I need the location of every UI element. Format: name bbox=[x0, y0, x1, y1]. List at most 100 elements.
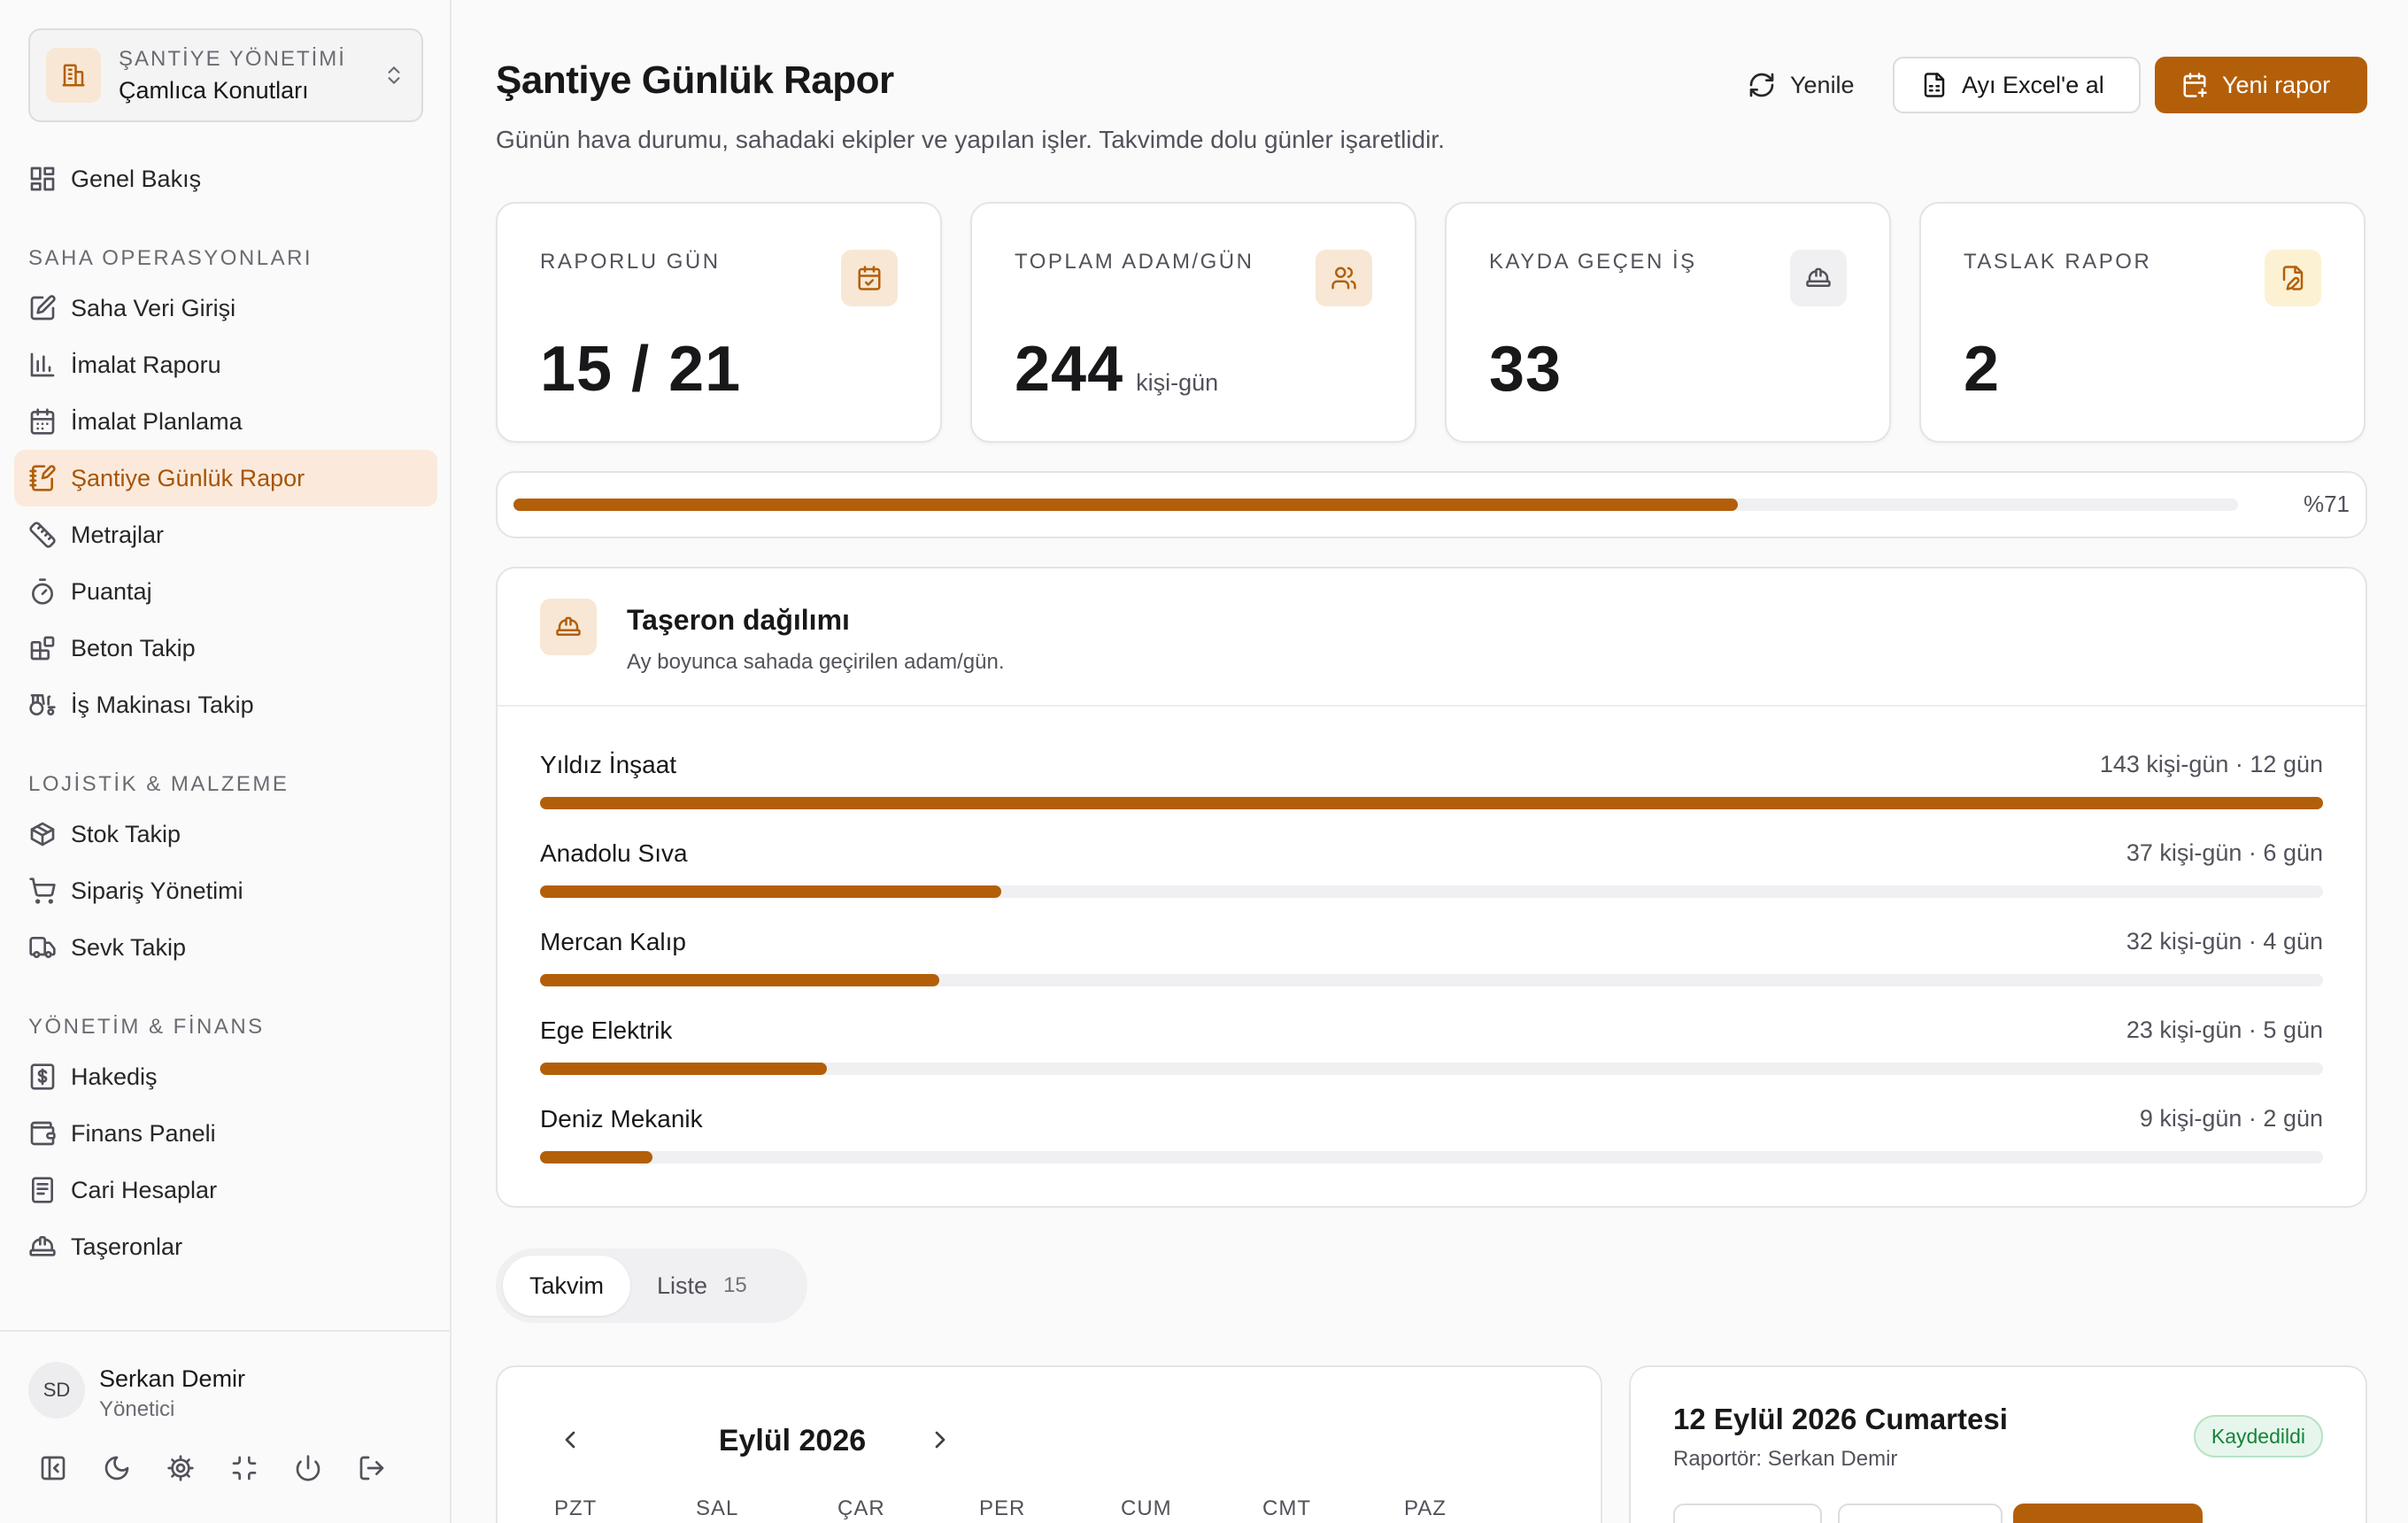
tab-count-badge: 15 bbox=[723, 1273, 747, 1297]
timer-icon bbox=[32, 578, 53, 605]
sidebar-item-imalat-raporu[interactable]: İmalat Raporu bbox=[14, 336, 437, 393]
sidebar-item-label: Şantiye Günlük Rapor bbox=[71, 464, 305, 491]
sidebar-item-puantaj[interactable]: Puantaj bbox=[14, 563, 437, 620]
stat-label: TASLAK RAPOR bbox=[1964, 250, 2152, 274]
sidebar-item-metrajlar[interactable]: Metrajlar bbox=[14, 506, 437, 563]
tab-label: Liste bbox=[657, 1272, 708, 1299]
stat-label: RAPORLU GÜN bbox=[540, 250, 721, 274]
project-kicker: ŞANTİYE YÖNETİMİ bbox=[119, 46, 346, 71]
blocks-icon bbox=[30, 636, 55, 661]
pdf-button[interactable] bbox=[1673, 1504, 1822, 1523]
subcontractor-meta: 37 kişi-gün · 6 gün bbox=[2126, 839, 2323, 866]
chevrons-up-down-icon bbox=[382, 64, 405, 87]
list-item: Mercan Kalıp 32 kişi-gün · 4 gün bbox=[540, 928, 2323, 1017]
hard-hat-icon bbox=[540, 599, 597, 655]
subcontractor-meta: 143 kişi-gün · 12 gün bbox=[2099, 751, 2323, 777]
subcontractor-bar-fill bbox=[540, 797, 2323, 809]
sidebar-item-taseronlar[interactable]: Taşeronlar bbox=[14, 1218, 437, 1275]
sidebar-item-imalat-planlama[interactable]: İmalat Planlama bbox=[14, 393, 437, 450]
building-icon bbox=[46, 48, 101, 103]
minimize-icon[interactable] bbox=[230, 1454, 259, 1482]
stat-value: 15 / 21 bbox=[540, 334, 742, 405]
tab-label: Takvim bbox=[529, 1272, 605, 1299]
calendar-plus-icon bbox=[2183, 73, 2207, 97]
file-pen-icon bbox=[2265, 250, 2321, 306]
subcontractor-meta: 23 kişi-gün · 5 gün bbox=[2126, 1017, 2323, 1043]
stat-label: KAYDA GEÇEN İŞ bbox=[1489, 250, 1697, 274]
gear-icon[interactable] bbox=[166, 1454, 195, 1482]
sidebar-item-stok-takip[interactable]: Stok Takip bbox=[14, 806, 437, 862]
edit-icon bbox=[30, 295, 56, 321]
chevron-left-icon[interactable] bbox=[556, 1426, 584, 1454]
sidebar-item-label: İmalat Raporu bbox=[71, 351, 221, 378]
refresh-icon bbox=[1749, 73, 1774, 97]
subcontractor-distribution-card: Taşeron dağılımı Ay boyunca sahada geçir… bbox=[496, 567, 2367, 1208]
sidebar-item-gunluk-rapor[interactable]: Şantiye Günlük Rapor bbox=[14, 450, 437, 506]
logout-icon[interactable] bbox=[358, 1454, 386, 1482]
sidebar-item-sevk-takip[interactable]: Sevk Takip bbox=[14, 919, 437, 976]
avatar[interactable]: SD bbox=[28, 1362, 85, 1419]
subcontractor-name: Yıldız İnşaat bbox=[540, 751, 677, 778]
day-title: 12 Eylül 2026 Cumartesi bbox=[1673, 1403, 2008, 1435]
sidebar-item-label: Sevk Takip bbox=[71, 933, 187, 961]
sidebar-item-finans[interactable]: Finans Paneli bbox=[14, 1105, 437, 1162]
print-button[interactable] bbox=[1838, 1504, 2003, 1523]
moon-icon[interactable] bbox=[103, 1454, 131, 1482]
sidebar-item-label: Hakediş bbox=[71, 1063, 158, 1090]
layout-grid-icon bbox=[30, 166, 55, 191]
new-report-label: Yeni rapor bbox=[2222, 71, 2331, 98]
sidebar-item-label: İş Makinası Takip bbox=[71, 691, 254, 718]
view-tabs: Takvim Liste 15 bbox=[496, 1249, 807, 1323]
weekday-label: CUM bbox=[1121, 1496, 1172, 1520]
sidebar-item-overview[interactable]: Genel Bakış bbox=[14, 151, 437, 207]
subcontractor-bar-track bbox=[540, 1063, 2323, 1075]
package-icon bbox=[30, 822, 55, 847]
tab-list[interactable]: Liste 15 bbox=[630, 1256, 774, 1316]
subcontractor-name: Deniz Mekanik bbox=[540, 1105, 703, 1133]
weekday-label: PER bbox=[979, 1496, 1026, 1520]
card-title: Taşeron dağılımı bbox=[627, 604, 850, 636]
sidebar-item-label: Saha Veri Girişi bbox=[71, 294, 236, 321]
stat-label: TOPLAM ADAM/GÜN bbox=[1015, 250, 1254, 274]
stat-value: 33 bbox=[1489, 334, 1563, 405]
day-reporter: Raportör: Serkan Demir bbox=[1673, 1447, 1898, 1471]
sidebar-item-saha-veri[interactable]: Saha Veri Girişi bbox=[14, 280, 437, 336]
edit-report-button[interactable] bbox=[2013, 1504, 2203, 1523]
sidebar-item-label: Puantaj bbox=[71, 577, 152, 605]
subcontractor-meta: 32 kişi-gün · 4 gün bbox=[2126, 928, 2323, 955]
stat-card-raporlu-gun: RAPORLU GÜN 15 / 21 bbox=[496, 202, 942, 443]
subcontractor-name: Ege Elektrik bbox=[540, 1017, 673, 1044]
page-title: Şantiye Günlük Rapor bbox=[496, 58, 894, 102]
weekday-label: CMT bbox=[1262, 1496, 1311, 1520]
power-icon[interactable] bbox=[294, 1454, 322, 1482]
nav-section-lojistik: LOJİSTİK & MALZEME bbox=[28, 772, 289, 796]
hard-hat-icon bbox=[29, 1236, 56, 1256]
new-report-button[interactable]: Yeni rapor bbox=[2155, 57, 2367, 113]
ledger-icon bbox=[32, 1177, 53, 1203]
list-item: Deniz Mekanik 9 kişi-gün · 2 gün bbox=[540, 1105, 2323, 1194]
ruler-icon bbox=[29, 522, 56, 548]
refresh-button[interactable]: Yenile bbox=[1739, 57, 1864, 113]
progress-track bbox=[513, 499, 2238, 511]
export-excel-button[interactable]: Ayı Excel'e al bbox=[1893, 57, 2141, 113]
hard-hat-icon bbox=[1790, 250, 1847, 306]
sidebar-item-beton-takip[interactable]: Beton Takip bbox=[14, 620, 437, 676]
sidebar-item-siparis[interactable]: Sipariş Yönetimi bbox=[14, 862, 437, 919]
nav-section-saha: SAHA OPERASYONLARI bbox=[28, 246, 313, 270]
sidebar-item-hakedis[interactable]: Hakediş bbox=[14, 1048, 437, 1105]
tab-calendar[interactable]: Takvim bbox=[503, 1256, 631, 1316]
calendar-check-icon bbox=[841, 250, 898, 306]
sidebar-item-label: Taşeronlar bbox=[71, 1233, 183, 1260]
sidebar-item-cari[interactable]: Cari Hesaplar bbox=[14, 1162, 437, 1218]
stat-unit: kişi-gün bbox=[1136, 369, 1219, 396]
calendar-month: Eylül 2026 bbox=[718, 1424, 867, 1457]
stat-value: 244 kişi-gün bbox=[1015, 334, 1219, 405]
chevron-right-icon[interactable] bbox=[926, 1426, 954, 1454]
sidebar-item-is-makinasi[interactable]: İş Makinası Takip bbox=[14, 676, 437, 733]
sidebar-item-label: Genel Bakış bbox=[71, 165, 202, 192]
subcontractor-name: Anadolu Sıva bbox=[540, 839, 688, 867]
wallet-icon bbox=[30, 1121, 56, 1146]
sidebar-toggle-icon[interactable] bbox=[39, 1454, 67, 1482]
project-switcher[interactable]: ŞANTİYE YÖNETİMİ Çamlıca Konutları bbox=[28, 28, 423, 122]
subcontractor-list: Yıldız İnşaat 143 kişi-gün · 12 gün Anad… bbox=[540, 751, 2323, 1194]
